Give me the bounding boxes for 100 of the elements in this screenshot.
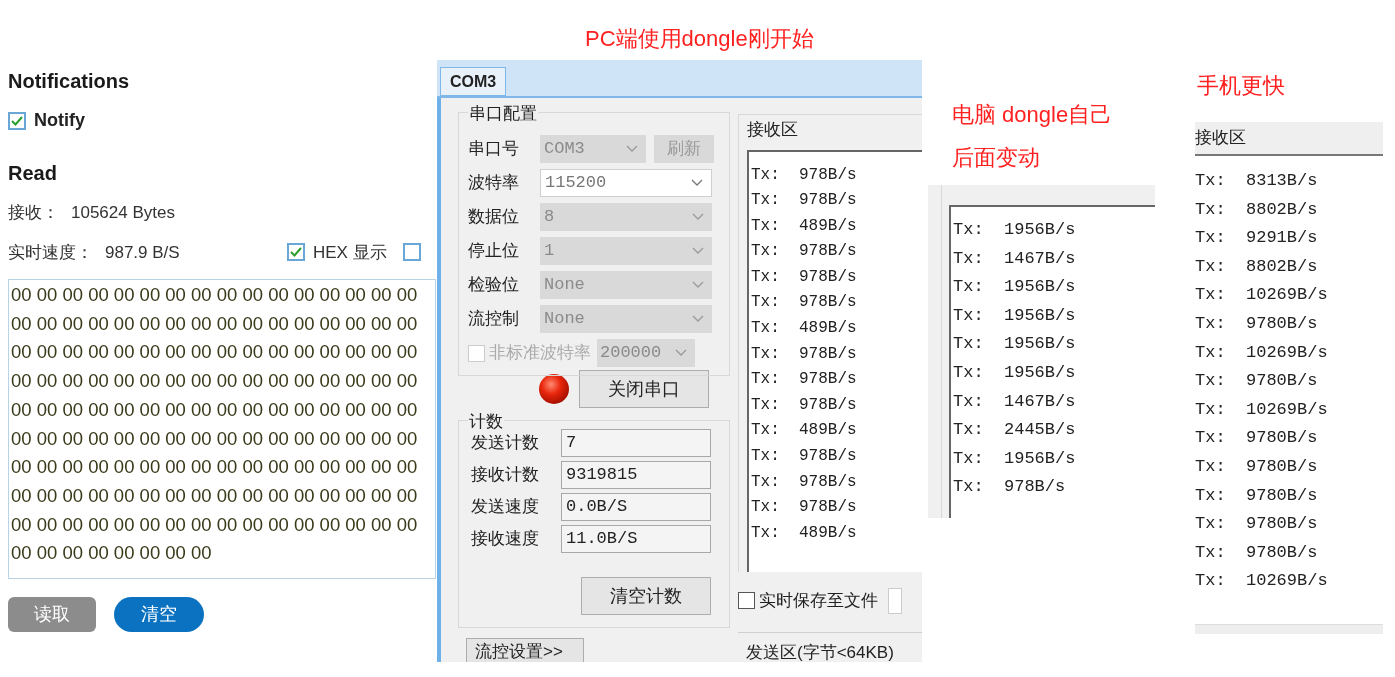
field-label: 检验位 [468,274,520,297]
counter-field[interactable]: 9319815 [561,461,711,489]
log-line: Tx: 978B/s [751,241,858,263]
receive-text-area[interactable]: Tx: 1956B/s Tx: 1467B/s Tx: 1956B/s Tx: 1956B/s Tx: 1956B/s Tx: 1956B/s Tx: 1467B/s Tx: 2445B/s Tx: 1956B/s Tx: 978B/s [949,205,1155,518]
speed-value: 987.9 B/S [105,241,181,264]
log-line: Tx: 978B/s [751,164,858,186]
data-line: 00 00 00 00 00 00 00 00 00 00 00 00 00 00 00 00 [11,512,419,537]
checkbox[interactable] [402,243,421,262]
clear-count-button[interactable]: 清空计数 [581,577,711,615]
select-value: None [544,308,585,331]
checkbox-label: HEX 显示 [313,241,387,264]
annotation-text: 手机更快 [1197,72,1285,100]
log-line: Tx: 9780B/s [1195,541,1319,564]
log-line: Tx: 2445B/s [953,419,1077,442]
annotation-text: PC端使用dongle刚开始 [585,25,814,53]
input-field[interactable] [888,587,902,614]
data-line: 00 00 00 00 00 00 00 00 00 00 00 00 00 00 00 00 [11,283,419,307]
counter-field[interactable]: 11.0B/S [561,525,711,553]
tab[interactable]: 发送区(字节<64KB) [738,631,922,662]
log-line: Tx: 10269B/s [1195,284,1329,307]
log-line: Tx: 1956B/s [953,304,1077,327]
field-label: 波特率 [468,172,520,195]
data-text-area[interactable] [8,279,436,579]
log-line: Tx: 10269B/s [1195,398,1329,421]
data-line: 00 00 00 00 00 00 00 00 00 00 00 00 00 00 00 00 [11,340,419,365]
log-line: Tx: 489B/s [751,522,858,544]
log-line: Tx: 9780B/s [1195,370,1319,393]
log-line: Tx: 1956B/s [953,447,1077,470]
data-line: 00 00 00 00 00 00 00 00 00 00 00 00 00 00 00 00 [11,455,419,480]
annotation-text: 电脑 dongle自己 [952,101,1113,129]
counter-field[interactable]: 0.0B/S [561,493,711,521]
log-line: Tx: 978B/s [751,446,858,468]
select-value: 1 [544,240,555,263]
receive-text-area[interactable]: Tx: 978B/s Tx: 978B/s Tx: 489B/s Tx: 978B/s Tx: 978B/s Tx: 978B/s Tx: 489B/s Tx: 978B/s Tx: 978B/s Tx: 978B/s Tx: 489B/s Tx: 978B/s Tx: 978B/s Tx: 978B/s Tx: 489B/s [747,149,922,572]
close-port-button[interactable]: 关闭串口 [579,370,709,408]
section-title: Notifications [8,69,131,94]
field-label: 接收计数 [471,464,540,487]
log-line: Tx: 978B/s [751,292,858,314]
log-line: Tx: 10269B/s [1195,341,1329,364]
log-line: Tx: 1956B/s [953,361,1077,384]
chevron-down-icon [675,349,687,357]
field-label: 数据位 [468,206,520,229]
select-value: None [544,274,585,297]
log-line: Tx: 1956B/s [953,276,1077,299]
log-line: Tx: 1956B/s [953,219,1077,241]
log-line: Tx: 8802B/s [1195,198,1319,221]
log-line: Tx: 1467B/s [953,390,1077,413]
log-line: Tx: 489B/s [751,215,858,237]
log-line: Tx: 978B/s [953,476,1067,499]
select-value: 115200 [545,172,607,195]
select-value: 200000 [600,342,662,365]
chevron-down-icon [692,247,704,255]
select-field[interactable]: 115200 [540,169,712,197]
chevron-down-icon [692,213,704,221]
select-value: COM3 [544,138,585,161]
annotation-text: 后面变动 [952,144,1040,172]
data-line: 00 00 00 00 00 00 00 00 [11,541,213,566]
field-label: 实时速度： [8,241,93,264]
select-value: 8 [544,206,555,229]
log-line: Tx: 489B/s [751,318,858,340]
log-line: Tx: 9780B/s [1195,312,1319,335]
receive-text-area[interactable]: Tx: 8313B/s Tx: 8802B/s Tx: 9291B/s Tx: 8802B/s Tx: 10269B/s Tx: 9780B/s Tx: 10269B/s Tx: 9780B/s Tx: 10269B/s Tx: 9780B/s Tx: 9780B/s Tx: 9780B/s Tx: 9780B/s Tx: 9780B/s Tx: 10269B/s [1195,156,1383,624]
group-title: 接收区 [747,119,799,141]
field-label: 流控制 [468,308,520,331]
log-line: Tx: 978B/s [751,497,858,519]
checkbox-label: 非标准波特率 [489,342,591,365]
checkbox[interactable] [8,111,26,130]
field-label: 接收速度 [471,528,540,551]
log-line: Tx: 978B/s [751,369,858,391]
checkbox[interactable] [738,592,755,609]
data-line: 00 00 00 00 00 00 00 00 00 00 00 00 00 00 00 00 [11,369,419,394]
data-line: 00 00 00 00 00 00 00 00 00 00 00 00 00 00 00 00 [11,426,419,451]
log-line: Tx: 10269B/s [1195,570,1329,593]
checkbox-label: Notify [34,109,85,132]
checkbox[interactable] [287,243,305,262]
log-line: Tx: 489B/s [751,420,858,442]
checkbox-label: 实时保存至文件 [759,589,878,612]
panel-header: 接收区 [1195,122,1383,156]
field-label: 停止位 [468,240,520,263]
chevron-down-icon [692,281,704,289]
log-line: Tx: 9291B/s [1195,227,1319,250]
log-line: Tx: 978B/s [751,471,858,493]
field-label: 串口号 [468,138,520,161]
counter-field[interactable]: 7 [561,429,711,457]
log-line: Tx: 978B/s [751,394,858,416]
log-line: Tx: 1467B/s [953,247,1077,270]
action-button[interactable]: 清空 [114,597,204,632]
field-label: 接收： [8,202,59,224]
chevron-down-icon [692,315,704,323]
data-line: 00 00 00 00 00 00 00 00 00 00 00 00 00 00 00 00 [11,311,419,336]
log-line: Tx: 978B/s [751,266,858,288]
log-line: Tx: 9780B/s [1195,513,1319,536]
data-line: 00 00 00 00 00 00 00 00 00 00 00 00 00 00 00 00 [11,397,419,422]
data-line: 00 00 00 00 00 00 00 00 00 00 00 00 00 00 00 00 [11,483,419,508]
flow-settings-button[interactable]: 流控设置>> [466,638,584,662]
chevron-down-icon [626,145,638,153]
indicator-light-icon [538,373,570,405]
log-line: Tx: 1956B/s [953,333,1077,356]
tab[interactable]: COM3 [440,67,507,96]
log-line: Tx: 8802B/s [1195,255,1319,278]
